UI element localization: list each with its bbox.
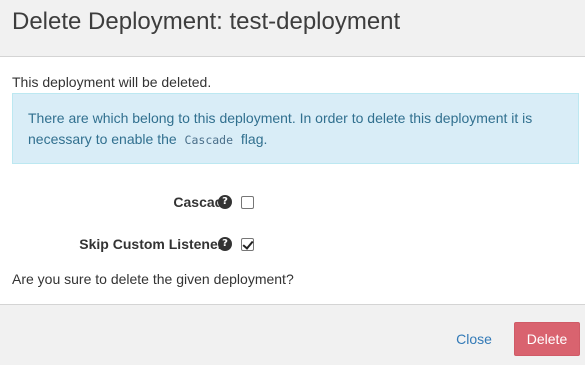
modal-footer: Close Delete xyxy=(0,304,585,365)
skip-custom-listeners-label: Skip Custom Listeners xyxy=(79,236,231,252)
cascade-code: Cascade xyxy=(184,133,234,147)
alert-line-1: There are which belong to this deploymen… xyxy=(28,110,533,126)
confirm-text: Are you sure to delete the given deploym… xyxy=(12,271,294,287)
info-alert: There are which belong to this deploymen… xyxy=(12,93,579,164)
close-button[interactable]: Close xyxy=(446,322,502,356)
skip-custom-listeners-checkbox[interactable] xyxy=(241,238,254,251)
delete-button[interactable]: Delete xyxy=(514,322,580,356)
cascade-row: Cascade ? xyxy=(0,192,585,212)
skip-custom-listeners-row: Skip Custom Listeners ? xyxy=(0,234,585,254)
intro-text: This deployment will be deleted. xyxy=(12,74,212,90)
question-circle-icon[interactable]: ? xyxy=(218,237,232,251)
cascade-checkbox[interactable] xyxy=(241,196,254,209)
alert-line-2-before: necessary to enable the xyxy=(28,131,177,147)
modal-title: Delete Deployment: test-deployment xyxy=(12,8,401,35)
modal-header: Delete Deployment: test-deployment xyxy=(0,0,585,57)
question-circle-icon[interactable]: ? xyxy=(218,195,232,209)
alert-line-2-after: flag. xyxy=(240,131,268,147)
